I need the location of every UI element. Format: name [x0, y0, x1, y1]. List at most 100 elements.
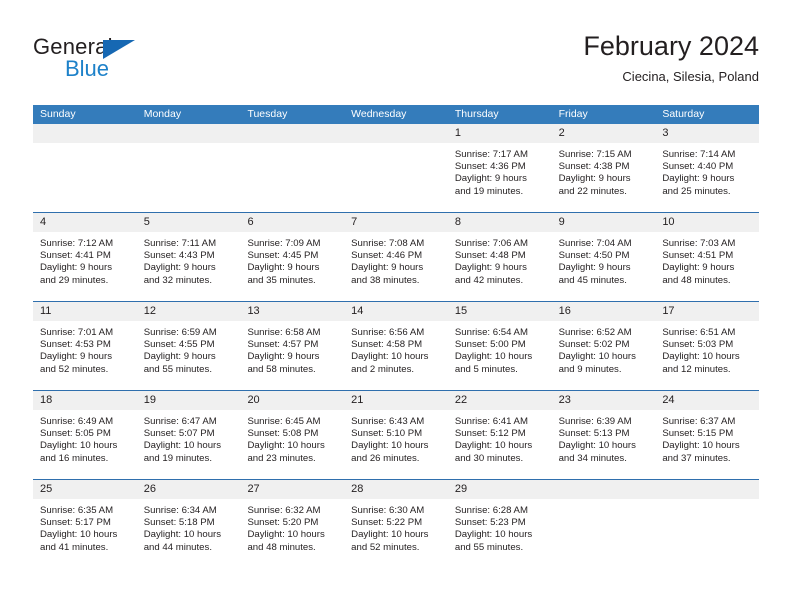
day-detail-line: and 38 minutes. [351, 274, 420, 286]
day-detail-line: Sunrise: 6:43 AM [351, 416, 425, 427]
day-number: 12 [136, 302, 241, 321]
day-number: 9 [551, 213, 656, 232]
calendar-day-cell-empty [655, 480, 760, 568]
day-detail-line: and 12 minutes. [662, 363, 731, 375]
day-details: Sunrise: 7:11 AM Sunset: 4:43 PM Daylight:… [137, 232, 241, 287]
day-details: Sunrise: 6:37 AM Sunset: 5:15 PM Daylight:… [655, 410, 759, 465]
day-detail-line: Sunrise: 7:14 AM [662, 149, 736, 160]
day-detail-line: Sunrise: 6:34 AM [143, 505, 217, 516]
day-number: 7 [344, 213, 448, 232]
day-detail-line: Daylight: 9 hours [662, 173, 735, 185]
day-detail-line: Sunrise: 6:35 AM [40, 505, 114, 516]
day-detail-line: Sunset: 4:43 PM [143, 250, 215, 262]
day-detail-line: Daylight: 9 hours [143, 351, 216, 363]
calendar-day-cell[interactable]: 14 Sunrise: 6:56 AM Sunset: 4:58 PM Dayligh… [344, 302, 448, 390]
day-detail-line: Sunset: 5:00 PM [454, 339, 526, 351]
calendar-day-cell[interactable]: 20 Sunrise: 6:45 AM Sunset: 5:08 PM Dayligh… [240, 391, 345, 479]
calendar-day-cell[interactable]: 29 Sunrise: 6:28 AM Sunset: 5:23 PM Dayligh… [447, 480, 552, 568]
day-details: Sunrise: 6:35 AM Sunset: 5:17 PM Daylight:… [33, 499, 137, 554]
calendar-day-cell[interactable]: 6 Sunrise: 7:09 AM Sunset: 4:45 PM Daylight… [240, 213, 345, 301]
calendar-day-cell[interactable]: 24 Sunrise: 6:37 AM Sunset: 5:15 PM Dayligh… [655, 391, 760, 479]
calendar-day-cell[interactable]: 9 Sunrise: 7:04 AM Sunset: 4:50 PM Daylight… [551, 213, 656, 301]
calendar-day-cell[interactable]: 15 Sunrise: 6:54 AM Sunset: 5:00 PM Dayligh… [447, 302, 552, 390]
calendar-day-cell[interactable]: 17 Sunrise: 6:51 AM Sunset: 5:03 PM Dayligh… [655, 302, 760, 390]
weekday-header-tuesday: Tuesday [247, 108, 288, 120]
day-detail-line: Sunrise: 6:41 AM [454, 416, 528, 427]
title-block: February 2024 Ciecina, Silesia, Poland [583, 30, 759, 86]
calendar-day-cell[interactable]: 23 Sunrise: 6:39 AM Sunset: 5:13 PM Dayligh… [551, 391, 656, 479]
calendar-day-cell[interactable]: 2 Sunrise: 7:15 AM Sunset: 4:38 PM Daylight… [551, 124, 656, 212]
day-detail-line: Daylight: 10 hours [351, 440, 429, 452]
day-detail-line: Sunset: 5:08 PM [247, 428, 319, 440]
day-detail-line: Sunset: 5:17 PM [40, 517, 111, 529]
calendar-day-cell[interactable]: 26 Sunrise: 6:34 AM Sunset: 5:18 PM Dayligh… [136, 480, 241, 568]
calendar-day-cell[interactable]: 3 Sunrise: 7:14 AM Sunset: 4:40 PM Daylight… [655, 124, 760, 212]
day-detail-line: Sunset: 4:55 PM [143, 339, 215, 351]
day-detail-line: Sunrise: 6:56 AM [351, 327, 425, 338]
day-details: Sunrise: 6:47 AM Sunset: 5:07 PM Daylight:… [137, 410, 241, 465]
day-detail-line: Sunset: 4:48 PM [454, 250, 526, 262]
day-number: 5 [136, 213, 241, 232]
day-detail-line: Sunrise: 6:30 AM [351, 505, 425, 516]
day-detail-line: Daylight: 10 hours [454, 529, 533, 541]
day-detail-line: Sunrise: 6:49 AM [40, 416, 114, 427]
day-detail-line: Daylight: 10 hours [662, 440, 740, 452]
calendar-grid: Sunday Monday Tuesday Wednesday Thursday Frid… [33, 105, 760, 568]
day-detail-line: Sunset: 4:36 PM [454, 161, 526, 173]
day-detail-line: Daylight: 10 hours [558, 351, 636, 363]
day-detail-line: Sunrise: 7:17 AM [454, 149, 528, 160]
day-details: Sunrise: 6:28 AM Sunset: 5:23 PM Daylight:… [448, 499, 552, 554]
calendar-day-cell[interactable]: 22 Sunrise: 6:41 AM Sunset: 5:12 PM Dayligh… [447, 391, 552, 479]
day-detail-line: Daylight: 9 hours [454, 262, 527, 274]
calendar-day-cell[interactable]: 12 Sunrise: 6:59 AM Sunset: 4:55 PM Dayligh… [136, 302, 241, 390]
day-detail-line: and 58 minutes. [247, 363, 316, 375]
calendar-day-cell[interactable]: 18 Sunrise: 6:49 AM Sunset: 5:05 PM Dayligh… [33, 391, 137, 479]
calendar-day-cell[interactable]: 8 Sunrise: 7:06 AM Sunset: 4:48 PM Daylight… [447, 213, 552, 301]
day-number: 4 [33, 213, 137, 232]
calendar-day-cell[interactable]: 5 Sunrise: 7:11 AM Sunset: 4:43 PM Daylight… [136, 213, 241, 301]
weekday-header-monday: Monday [143, 108, 182, 120]
day-number: 18 [33, 391, 137, 410]
day-number: 6 [240, 213, 345, 232]
day-detail-line: Sunrise: 7:11 AM [143, 238, 217, 249]
calendar-day-cell[interactable]: 21 Sunrise: 6:43 AM Sunset: 5:10 PM Dayligh… [344, 391, 448, 479]
calendar-day-cell[interactable]: 16 Sunrise: 6:52 AM Sunset: 5:02 PM Dayligh… [551, 302, 656, 390]
day-detail-line: Daylight: 10 hours [143, 529, 222, 541]
day-number [33, 124, 137, 143]
day-detail-line: and 5 minutes. [454, 363, 518, 375]
day-details [344, 143, 448, 149]
day-detail-line: Sunset: 4:57 PM [247, 339, 319, 351]
day-detail-line: Sunset: 4:51 PM [662, 250, 734, 262]
weekday-header-wednesday: Wednesday [351, 108, 407, 120]
day-detail-line: and 32 minutes. [143, 274, 212, 286]
day-details: Sunrise: 6:56 AM Sunset: 4:58 PM Daylight:… [344, 321, 448, 376]
day-details: Sunrise: 6:30 AM Sunset: 5:22 PM Daylight:… [344, 499, 448, 554]
calendar-day-cell[interactable]: 19 Sunrise: 6:47 AM Sunset: 5:07 PM Dayligh… [136, 391, 241, 479]
calendar-day-cell[interactable]: 28 Sunrise: 6:30 AM Sunset: 5:22 PM Dayligh… [344, 480, 448, 568]
day-details: Sunrise: 7:09 AM Sunset: 4:45 PM Daylight:… [240, 232, 344, 287]
general-blue-logo[interactable]: General Blue [33, 34, 203, 90]
day-detail-line: Sunset: 4:40 PM [662, 161, 734, 173]
day-detail-line: Sunrise: 6:47 AM [143, 416, 217, 427]
day-detail-line: Daylight: 10 hours [558, 440, 636, 452]
calendar-day-cell[interactable]: 4 Sunrise: 7:12 AM Sunset: 4:41 PM Daylight… [33, 213, 137, 301]
calendar-day-cell[interactable]: 7 Sunrise: 7:08 AM Sunset: 4:46 PM Daylight… [344, 213, 448, 301]
calendar-day-cell[interactable]: 27 Sunrise: 6:32 AM Sunset: 5:20 PM Dayligh… [240, 480, 345, 568]
day-detail-line: Sunset: 4:50 PM [558, 250, 630, 262]
calendar-day-cell[interactable]: 10 Sunrise: 7:03 AM Sunset: 4:51 PM Dayligh… [655, 213, 760, 301]
day-number [344, 124, 448, 143]
day-details: Sunrise: 7:14 AM Sunset: 4:40 PM Daylight:… [655, 143, 759, 198]
day-detail-line: Sunset: 5:13 PM [558, 428, 630, 440]
day-detail-line: and 29 minutes. [40, 274, 109, 286]
day-details: Sunrise: 7:06 AM Sunset: 4:48 PM Daylight:… [448, 232, 552, 287]
calendar-day-cell[interactable]: 11 Sunrise: 7:01 AM Sunset: 4:53 PM Dayligh… [33, 302, 137, 390]
day-detail-line: Daylight: 9 hours [351, 262, 424, 274]
day-number: 29 [447, 480, 552, 499]
day-detail-line: and 52 minutes. [40, 363, 109, 375]
day-detail-line: Sunrise: 6:52 AM [558, 327, 632, 338]
calendar-day-cell[interactable]: 1 Sunrise: 7:17 AM Sunset: 4:36 PM Daylight… [447, 124, 552, 212]
day-number: 21 [344, 391, 448, 410]
day-detail-line: Sunset: 5:12 PM [454, 428, 526, 440]
calendar-day-cell[interactable]: 13 Sunrise: 6:58 AM Sunset: 4:57 PM Dayligh… [240, 302, 345, 390]
calendar-day-cell[interactable]: 25 Sunrise: 6:35 AM Sunset: 5:17 PM Dayligh… [33, 480, 137, 568]
